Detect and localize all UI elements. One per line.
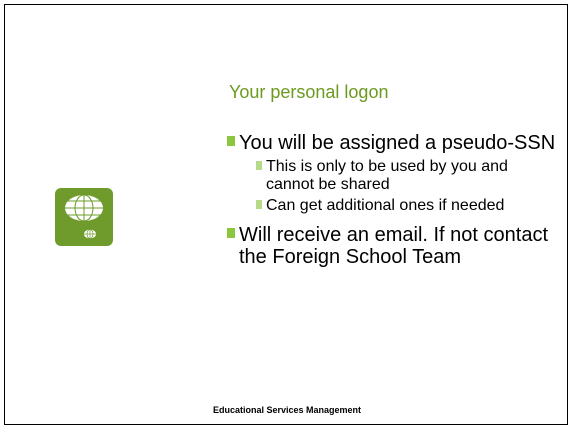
bullet-text: You will be assigned a pseudo-SSN bbox=[239, 132, 556, 154]
sub-bullet-text: Can get additional ones if needed bbox=[266, 197, 505, 214]
bullet-item: Will receive an email. If not contact th… bbox=[227, 224, 557, 268]
sub-bullet-item: This is only to be used by you and canno… bbox=[239, 158, 557, 194]
slide-footer: Educational Services Management bbox=[212, 405, 362, 415]
sub-bullet-item: Can get additional ones if needed bbox=[239, 197, 557, 215]
sub-bullet-list: This is only to be used by you and canno… bbox=[239, 158, 557, 215]
bullet-marker bbox=[227, 228, 235, 238]
bullet-list: You will be assigned a pseudo-SSN This i… bbox=[227, 132, 557, 268]
bullet-item: You will be assigned a pseudo-SSN This i… bbox=[227, 132, 557, 215]
slide-title: Your personal logon bbox=[229, 82, 389, 102]
sub-bullet-text: This is only to be used by you and canno… bbox=[266, 158, 508, 193]
bullet-text: Will receive an email. If not contact th… bbox=[239, 224, 549, 268]
globe-logo-icon bbox=[55, 188, 113, 246]
sub-bullet-marker bbox=[256, 161, 262, 170]
sub-bullet-marker bbox=[256, 200, 262, 209]
slide: Your personal logon You will be assigned… bbox=[4, 4, 568, 425]
bullet-marker bbox=[227, 136, 235, 146]
